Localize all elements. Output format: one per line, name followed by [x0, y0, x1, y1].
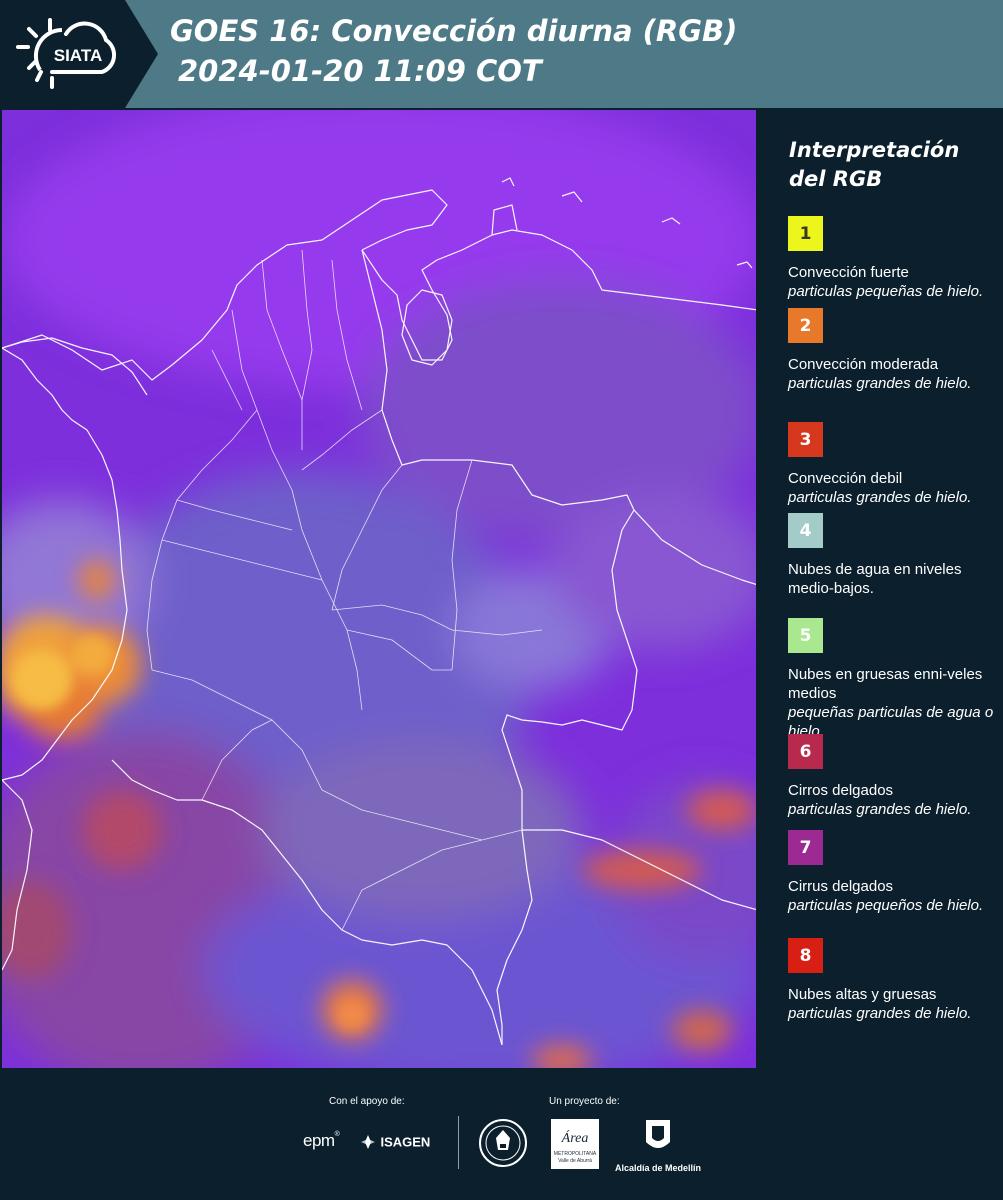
universidad-seal-logo	[478, 1118, 528, 1168]
legend-swatch: 4	[788, 513, 823, 548]
legend-item-description: particulas grandes de hielo.	[788, 489, 972, 506]
isagen-icon	[361, 1134, 375, 1149]
legend-item-name: Convección moderada	[788, 356, 939, 373]
alcaldia-logo: Alcaldía de Medellín	[612, 1116, 704, 1173]
epm-logo: epm®	[303, 1131, 340, 1150]
satellite-map	[0, 108, 758, 1070]
legend-item-8: 8 Nubes altas y gruesas particulas grandes…	[788, 938, 998, 1023]
legend-item-name: Nubes altas y gruesas	[788, 986, 937, 1003]
legend-item-name: Cirrus delgados	[788, 878, 894, 895]
isagen-logo-text: ISAGEN	[380, 1134, 431, 1150]
legend-item-description: particulas pequeñas de hielo.	[788, 283, 984, 300]
project-label: Un proyecto de:	[549, 1096, 620, 1107]
legend-item-4: 4 Nubes de agua en niveles medio-bajos.	[788, 513, 998, 598]
legend-item-description: particulas grandes de hielo.	[788, 375, 972, 392]
alcaldia-shield-icon	[646, 1120, 670, 1148]
legend-swatch: 2	[788, 308, 823, 343]
area-logo-text: Área	[561, 1129, 589, 1146]
isagen-logo: ISAGEN	[360, 1133, 445, 1153]
legend-item-1: 1 Convección fuerte particulas pequeñas de…	[788, 216, 998, 301]
legend-item-name: Convección fuerte	[788, 264, 909, 281]
legend-item-description: particulas grandes de hielo.	[788, 1005, 972, 1022]
siata-logo-text: SIATA	[54, 46, 102, 65]
legend-swatch: 7	[788, 830, 823, 865]
footer-divider	[458, 1116, 459, 1169]
siata-logo: SIATA	[0, 0, 158, 108]
legend-item-2: 2 Convección moderada particulas grandes d…	[788, 308, 998, 393]
legend-swatch: 1	[788, 216, 823, 251]
alcaldia-logo-text: Alcaldía de Medellín	[614, 1163, 702, 1173]
legend-swatch: 8	[788, 938, 823, 973]
legend-item-name: Nubes de agua en niveles medio-bajos.	[788, 561, 962, 597]
legend-swatch: 6	[788, 734, 823, 769]
legend-title: Interpretación del RGB	[789, 138, 960, 191]
legend-item-7: 7 Cirrus delgados particulas pequeños de h…	[788, 830, 998, 915]
timestamp: 2024-01-20 11:09 COT	[178, 54, 542, 88]
legend-item-3: 3 Convección debil particulas grandes de h…	[788, 422, 998, 507]
area-metropolitana-logo: Área METROPOLITANA Valle de Aburrá	[550, 1118, 600, 1170]
legend-swatch: 5	[788, 618, 823, 653]
support-label: Con el apoyo de:	[329, 1096, 405, 1107]
area-logo-sub2: Valle de Aburrá	[558, 1158, 592, 1164]
legend-swatch: 3	[788, 422, 823, 457]
legend-item-5: 5 Nubes en gruesas enni-veles medios peque…	[788, 618, 998, 741]
epm-logo-text: epm	[303, 1131, 335, 1150]
legend-item-description: particulas pequeños de hielo.	[788, 897, 984, 914]
legend-item-description: particulas grandes de hielo.	[788, 801, 972, 818]
header-bar: SIATA GOES 16: Convección diurna (RGB) 2…	[0, 0, 1003, 108]
legend-panel: Interpretación del RGB 1 Convección fuert…	[760, 108, 1003, 1070]
legend-item-name: Nubes en gruesas enni-veles medios	[788, 666, 983, 702]
footer: Con el apoyo de: Un proyecto de: epm® IS…	[0, 1070, 1003, 1200]
area-logo-sub1: METROPOLITANA	[554, 1151, 597, 1157]
page-title: GOES 16: Convección diurna (RGB)	[170, 14, 738, 48]
legend-item-6: 6 Cirros delgados particulas grandes de hi…	[788, 734, 998, 819]
legend-item-name: Convección debil	[788, 470, 903, 487]
legend-item-name: Cirros delgados	[788, 782, 894, 799]
